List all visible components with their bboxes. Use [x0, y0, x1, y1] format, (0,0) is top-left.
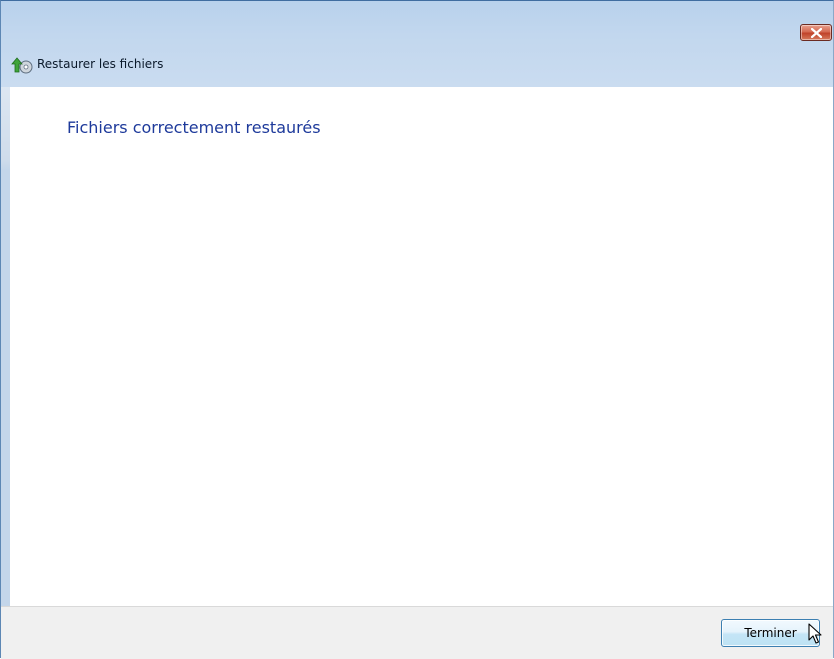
close-icon [811, 28, 822, 38]
restore-files-icon [11, 57, 33, 74]
restore-files-window: Restaurer les fichiers Fichiers correcte… [0, 0, 834, 659]
status-heading: Fichiers correctement restaurés [67, 118, 321, 137]
command-area: Terminer [1, 606, 833, 659]
title-bar: Restaurer les fichiers [1, 1, 833, 87]
mouse-pointer-icon [808, 623, 822, 644]
finish-button[interactable]: Terminer [721, 619, 820, 647]
window-title: Restaurer les fichiers [37, 57, 164, 71]
left-border-strip [1, 87, 10, 606]
close-button[interactable] [800, 24, 832, 41]
main-content: Fichiers correctement restaurés [10, 87, 833, 606]
